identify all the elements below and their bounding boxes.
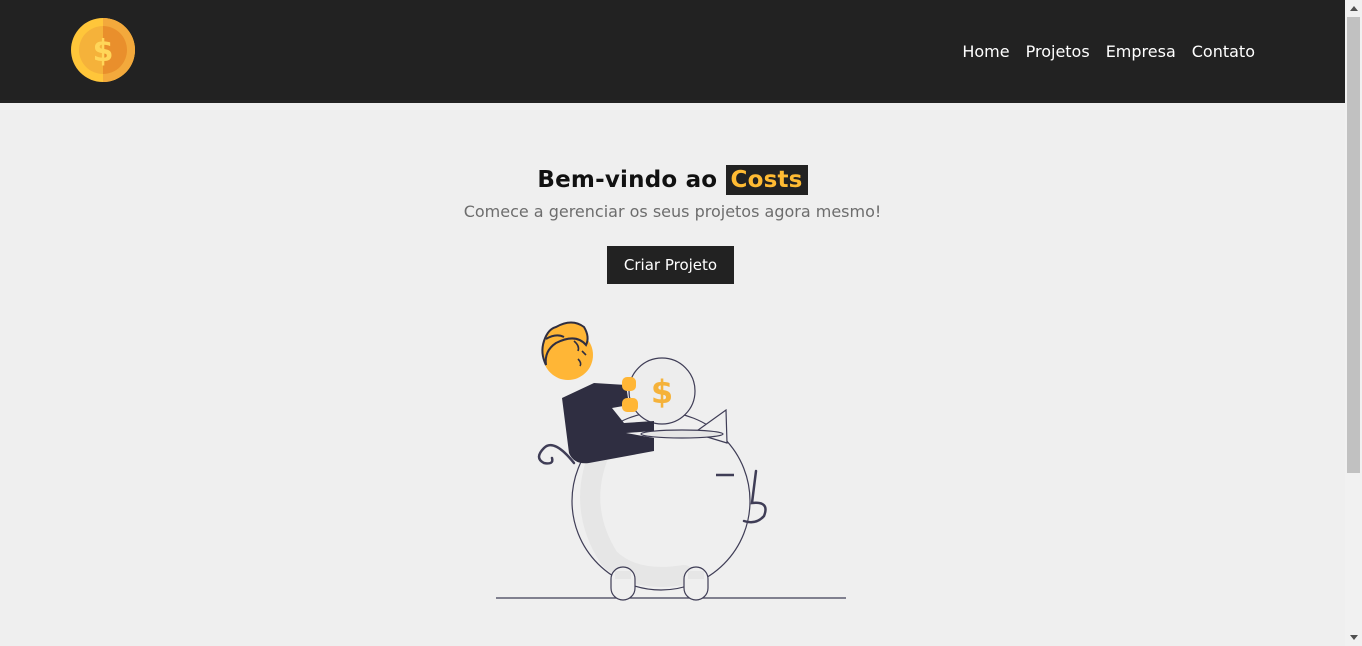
vertical-scrollbar[interactable]	[1345, 0, 1362, 646]
nav-item-contato: Contato	[1192, 42, 1255, 61]
scroll-down-arrow-icon[interactable]	[1345, 629, 1362, 646]
piggy-bank-savings-illustration: $	[496, 321, 846, 601]
create-project-button[interactable]: Criar Projeto	[607, 246, 734, 284]
subtitle: Comece a gerenciar os seus projetos agor…	[463, 202, 882, 221]
nav-links: Home Projetos Empresa Contato	[962, 42, 1255, 61]
svg-text:$: $	[93, 34, 114, 69]
hero-section: Bem-vindo ao Costs Comece a gerenciar os…	[0, 103, 1345, 646]
nav-link-empresa[interactable]: Empresa	[1106, 42, 1176, 61]
scrollbar-thumb[interactable]	[1347, 17, 1360, 473]
brand-highlight: Costs	[725, 165, 808, 195]
page: $ Home Projetos Empresa Contato Bem-vind…	[0, 0, 1345, 646]
svg-text:$: $	[651, 373, 673, 411]
nav-item-empresa: Empresa	[1106, 42, 1176, 61]
nav-link-projetos[interactable]: Projetos	[1026, 42, 1090, 61]
title-prefix: Bem-vindo ao	[537, 167, 718, 193]
nav-link-home[interactable]: Home	[962, 42, 1009, 61]
navbar: $ Home Projetos Empresa Contato	[0, 0, 1345, 103]
scroll-up-arrow-icon[interactable]	[1345, 0, 1362, 17]
dollar-coin-icon: $	[71, 18, 135, 82]
page-title: Bem-vindo ao Costs	[0, 165, 1345, 195]
nav-item-home: Home	[962, 42, 1009, 61]
nav-item-projetos: Projetos	[1026, 42, 1090, 61]
nav-link-contato[interactable]: Contato	[1192, 42, 1255, 61]
